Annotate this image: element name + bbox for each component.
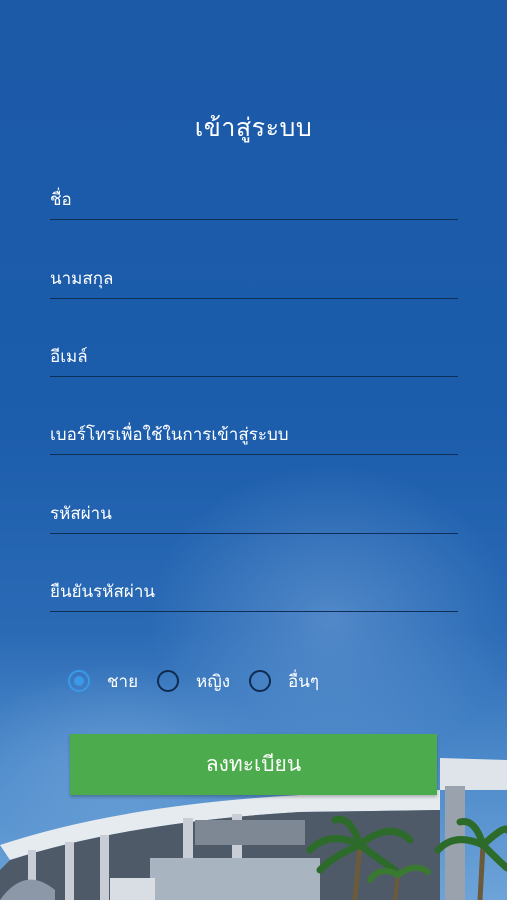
phone-field[interactable] <box>50 411 458 455</box>
password-field[interactable] <box>50 490 458 534</box>
phone-input[interactable] <box>50 411 458 454</box>
password-input[interactable] <box>50 490 458 533</box>
gender-option-female[interactable]: หญิง <box>157 668 230 695</box>
confirm-password-input[interactable] <box>50 568 458 611</box>
gender-label-other: อื่นๆ <box>288 671 320 692</box>
radio-unselected-icon[interactable] <box>249 670 272 692</box>
gender-option-other[interactable]: อื่นๆ <box>249 668 319 695</box>
last-name-input[interactable] <box>50 255 458 298</box>
confirm-password-field[interactable] <box>50 568 458 612</box>
gender-label-male: ชาย <box>107 671 139 692</box>
email-input[interactable] <box>50 333 458 376</box>
gender-option-male[interactable]: ชาย <box>68 668 138 695</box>
page-title: เข้าสู่ระบบ <box>194 113 313 142</box>
first-name-input[interactable] <box>50 176 458 219</box>
register-button[interactable]: ลงทะเบียน <box>70 734 437 795</box>
radio-selected-icon[interactable] <box>68 670 90 692</box>
radio-unselected-icon[interactable] <box>157 670 180 692</box>
email-field[interactable] <box>50 333 458 377</box>
gender-radio-group: ชาย หญิง อื่นๆ <box>68 668 338 694</box>
first-name-field[interactable] <box>50 176 458 220</box>
gender-label-female: หญิง <box>196 671 231 692</box>
last-name-field[interactable] <box>50 255 458 299</box>
